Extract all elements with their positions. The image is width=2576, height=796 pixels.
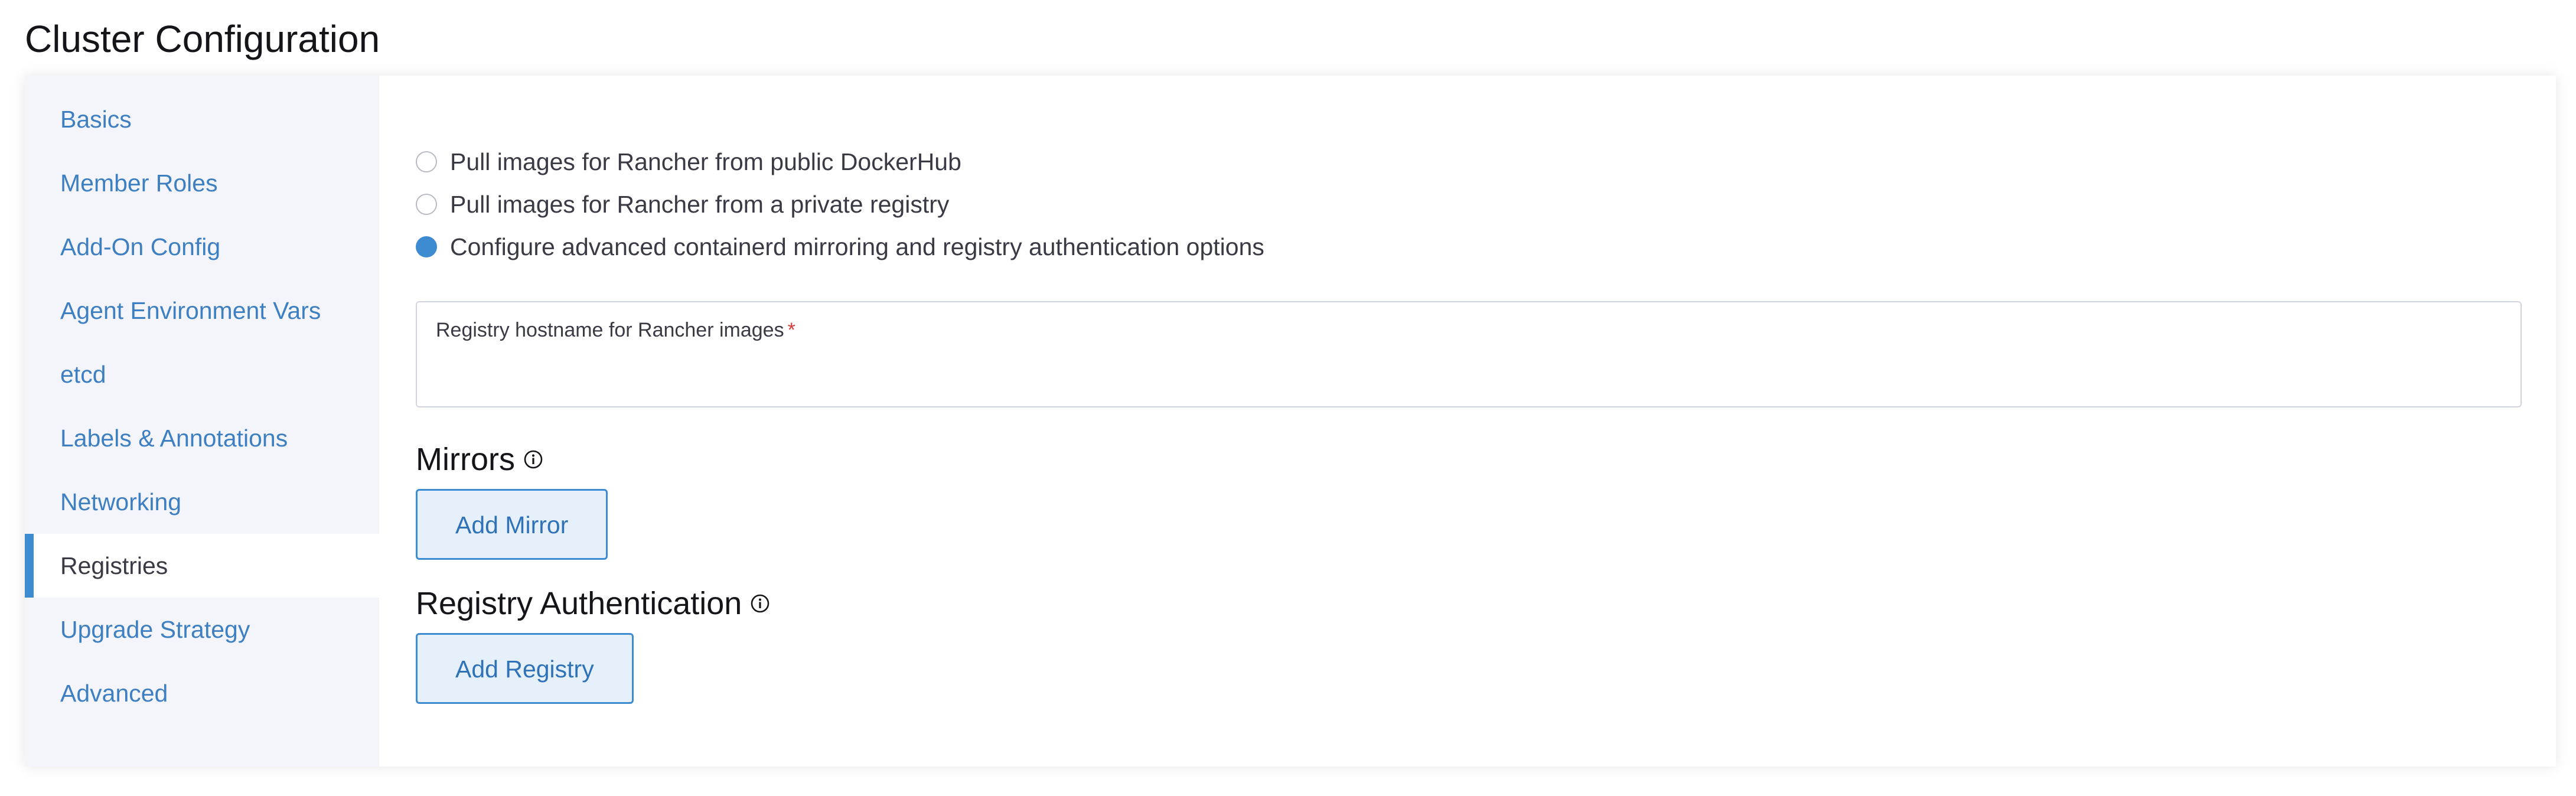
page-title: Cluster Configuration: [25, 18, 380, 60]
sidebar-item-advanced[interactable]: Advanced: [25, 661, 379, 725]
radio-option-private-registry[interactable]: Pull images for Rancher from a private r…: [416, 183, 2522, 226]
sidebar: Basics Member Roles Add-On Config Agent …: [25, 76, 379, 766]
registry-hostname-label-text: Registry hostname for Rancher images: [436, 319, 784, 341]
required-marker: *: [787, 319, 795, 341]
sidebar-item-basics[interactable]: Basics: [25, 87, 379, 151]
mirrors-title: Mirrors: [416, 442, 515, 477]
radio-button-advanced-containerd[interactable]: [416, 236, 437, 257]
sidebar-item-upgrade-strategy[interactable]: Upgrade Strategy: [25, 598, 379, 661]
info-icon[interactable]: [523, 449, 543, 469]
add-mirror-button[interactable]: Add Mirror: [416, 489, 608, 560]
radio-label: Pull images for Rancher from a private r…: [450, 190, 950, 218]
sidebar-item-networking[interactable]: Networking: [25, 470, 379, 534]
radio-button-public-dockerhub[interactable]: [416, 151, 437, 172]
sidebar-item-labels-annotations[interactable]: Labels & Annotations: [25, 406, 379, 470]
sidebar-item-agent-environment-vars[interactable]: Agent Environment Vars: [25, 279, 379, 342]
registry-hostname-label: Registry hostname for Rancher images *: [436, 319, 2502, 342]
info-icon[interactable]: [750, 593, 770, 614]
radio-label: Configure advanced containerd mirroring …: [450, 233, 1264, 260]
add-registry-button[interactable]: Add Registry: [416, 633, 634, 704]
sidebar-item-registries[interactable]: Registries: [25, 534, 379, 598]
radio-label: Pull images for Rancher from public Dock…: [450, 148, 961, 175]
registry-hostname-field[interactable]: Registry hostname for Rancher images *: [416, 301, 2522, 407]
sidebar-item-etcd[interactable]: etcd: [25, 342, 379, 406]
registry-hostname-input[interactable]: [436, 350, 2502, 376]
config-card: Basics Member Roles Add-On Config Agent …: [25, 76, 2556, 766]
registry-auth-heading: Registry Authentication: [416, 582, 2522, 625]
page: Cluster Configuration Basics Member Role…: [0, 0, 2576, 796]
mirrors-heading: Mirrors: [416, 438, 2522, 481]
registry-auth-title: Registry Authentication: [416, 586, 742, 621]
sidebar-item-add-on-config[interactable]: Add-On Config: [25, 215, 379, 279]
sidebar-item-member-roles[interactable]: Member Roles: [25, 151, 379, 215]
registry-source-radio-group: Pull images for Rancher from public Dock…: [416, 141, 2522, 268]
registries-panel: Pull images for Rancher from public Dock…: [379, 76, 2557, 766]
radio-option-advanced-containerd[interactable]: Configure advanced containerd mirroring …: [416, 226, 2522, 268]
registry-auth-actions: Add Registry: [416, 625, 2522, 704]
radio-button-private-registry[interactable]: [416, 194, 437, 215]
radio-option-public-dockerhub[interactable]: Pull images for Rancher from public Dock…: [416, 141, 2522, 183]
mirrors-actions: Add Mirror: [416, 481, 2522, 560]
